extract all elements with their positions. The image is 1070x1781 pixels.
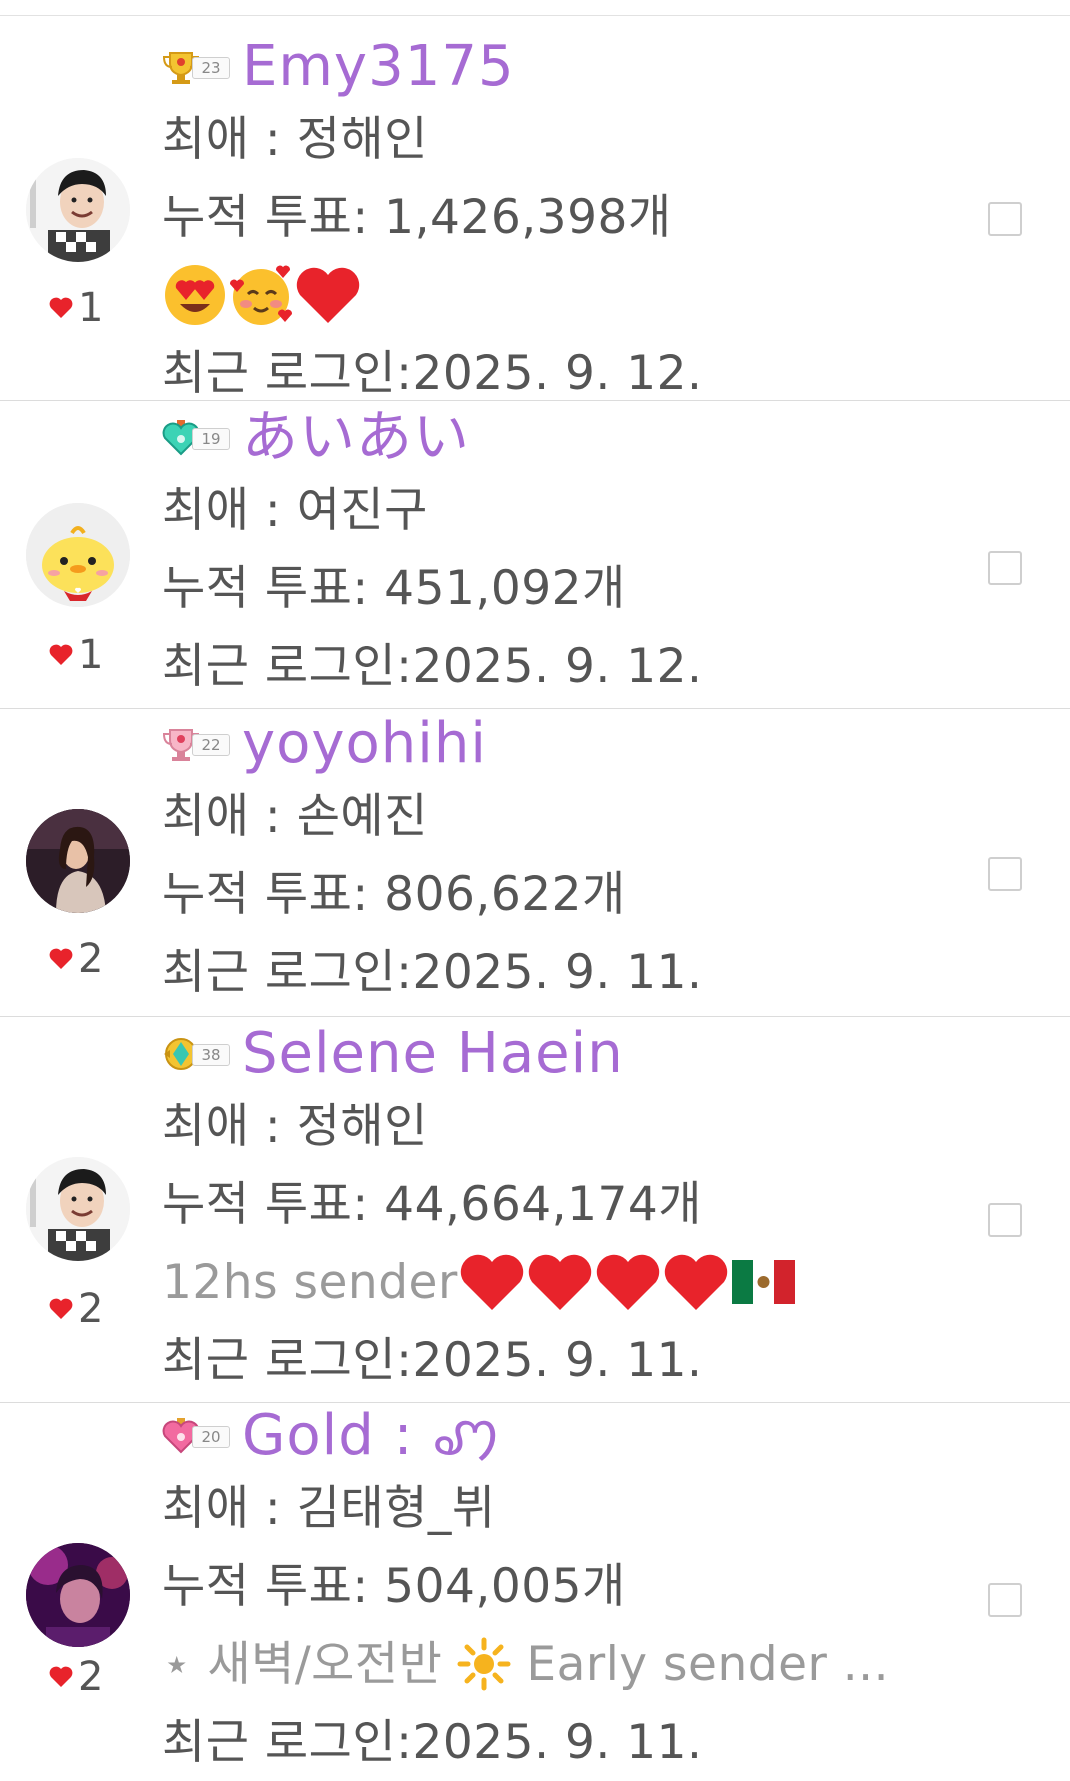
status-message: 12hs sender	[162, 1243, 960, 1321]
avatar-column: 2	[0, 1017, 160, 1403]
heart-icon	[49, 644, 73, 665]
red-heart-emoji-icon	[460, 1254, 523, 1310]
member-info: 20 Gold : ꩇ 최애 : 김태형_뷔 누적 투표: 504,005개 ⋆…	[162, 1403, 960, 1781]
last-login: 최근 로그인:2025. 9. 11.	[162, 1714, 703, 1770]
name-line: 20 Gold : ꩇ	[162, 1403, 960, 1469]
select-checkbox[interactable]	[988, 1583, 1022, 1617]
like-count[interactable]: 2	[48, 1289, 103, 1329]
last-login: 최근 로그인:2025. 9. 12.	[162, 638, 703, 694]
member-row[interactable]: 2 38 Selene Haein 최애 : 정해인 누적 투표: 44,664…	[0, 1017, 1070, 1403]
red-heart-emoji-icon	[596, 1254, 659, 1310]
like-count-value: 2	[78, 936, 104, 982]
heart-eyes-emoji-icon	[165, 265, 225, 325]
select-checkbox[interactable]	[988, 202, 1022, 236]
nickname[interactable]: あいあい	[242, 410, 470, 466]
avatar-column: 2	[0, 1403, 160, 1733]
last-login: 최근 로그인:2025. 9. 11.	[162, 944, 703, 1000]
like-count[interactable]: 2	[48, 939, 103, 979]
total-votes: 누적 투표: 806,622개	[162, 866, 626, 922]
heart-icon	[49, 297, 73, 318]
name-line: 19 あいあい	[162, 405, 960, 471]
total-votes: 누적 투표: 504,005개	[162, 1558, 626, 1614]
level-number: 19	[192, 428, 230, 450]
red-heart-emoji-icon	[664, 1254, 727, 1310]
avatar[interactable]	[26, 809, 130, 913]
level-number: 22	[192, 734, 230, 756]
total-votes: 누적 투표: 1,426,398개	[162, 189, 672, 245]
status-message-text: Early sender ...	[526, 1636, 890, 1692]
heart-icon	[49, 1666, 73, 1687]
nickname[interactable]: Emy3175	[242, 39, 515, 95]
member-row[interactable]: 2 20 Gold : ꩇ 최애 : 김태형_뷔 누적 투표: 504,005개…	[0, 1403, 1070, 1766]
like-count-value: 2	[78, 1654, 104, 1700]
avatar-column: 2	[0, 709, 160, 1017]
member-list: 1 23 Emy3175 최애 : 정해인 누적 투표: 1,426,398개 …	[0, 0, 1070, 1766]
nickname[interactable]: yoyohihi	[242, 716, 487, 772]
red-heart-emoji-icon	[296, 267, 360, 323]
like-count[interactable]: 2	[48, 1657, 103, 1697]
name-line: 22 yoyohihi	[162, 711, 960, 777]
last-login: 최근 로그인:2025. 9. 11.	[162, 1332, 703, 1388]
select-checkbox[interactable]	[988, 551, 1022, 585]
like-count-value: 1	[78, 632, 104, 678]
member-info: 23 Emy3175 최애 : 정해인 누적 투표: 1,426,398개 최근…	[162, 34, 960, 412]
avatar[interactable]	[26, 503, 130, 607]
level-badge: 22	[162, 722, 232, 766]
level-number: 20	[192, 1426, 230, 1448]
smiling-hearts-emoji-icon	[229, 265, 293, 325]
heart-icon	[49, 1298, 73, 1319]
like-count-value: 2	[78, 1286, 104, 1332]
member-row[interactable]: 2 22 yoyohihi 최애 : 손예진 누적 투표: 806,622개 최…	[0, 709, 1070, 1017]
like-count[interactable]: 1	[48, 635, 103, 675]
member-info: 38 Selene Haein 최애 : 정해인 누적 투표: 44,664,1…	[162, 1021, 960, 1399]
red-heart-emoji-icon	[528, 1254, 591, 1310]
sun-icon	[457, 1637, 511, 1691]
top-divider	[0, 0, 1070, 16]
name-line: 38 Selene Haein	[162, 1021, 960, 1087]
select-checkbox[interactable]	[988, 1203, 1022, 1237]
total-votes: 누적 투표: 44,664,174개	[162, 1176, 703, 1232]
favorite-idol: 최애 : 김태형_뷔	[162, 1480, 496, 1536]
select-checkbox[interactable]	[988, 857, 1022, 891]
status-message: ⋆ 새벽/오전반 Early sender ...	[162, 1625, 960, 1703]
avatar[interactable]	[26, 1157, 130, 1261]
favorite-idol: 최애 : 손예진	[162, 788, 428, 844]
heart-icon	[49, 948, 73, 969]
level-badge: 23	[162, 45, 232, 89]
avatar-column: 1	[0, 401, 160, 709]
nickname[interactable]: Selene Haein	[242, 1026, 624, 1082]
nickname[interactable]: Gold : ꩇ	[242, 1408, 501, 1464]
avatar[interactable]	[26, 158, 130, 262]
status-message-prefix: ⋆ 새벽/오전반	[162, 1636, 443, 1692]
favorite-idol: 최애 : 여진구	[162, 482, 428, 538]
like-count[interactable]: 1	[48, 288, 103, 328]
mexico-flag-icon	[731, 1260, 795, 1304]
like-count-value: 1	[78, 285, 104, 331]
level-badge: 19	[162, 416, 232, 460]
name-line: 23 Emy3175	[162, 34, 960, 100]
status-message	[162, 256, 960, 334]
level-number: 38	[192, 1044, 230, 1066]
level-number: 23	[192, 57, 230, 79]
member-info: 22 yoyohihi 최애 : 손예진 누적 투표: 806,622개 최근 …	[162, 711, 960, 1011]
status-message-text: 12hs sender	[162, 1254, 458, 1310]
total-votes: 누적 투표: 451,092개	[162, 560, 626, 616]
member-row[interactable]: 1 23 Emy3175 최애 : 정해인 누적 투표: 1,426,398개 …	[0, 16, 1070, 401]
member-info: 19 あいあい 최애 : 여진구 누적 투표: 451,092개 최근 로그인:…	[162, 405, 960, 705]
favorite-idol: 최애 : 정해인	[162, 111, 428, 167]
member-row[interactable]: 1 19 あいあい 최애 : 여진구 누적 투표: 451,092개 최근 로그…	[0, 401, 1070, 709]
avatar-column: 1	[0, 16, 160, 401]
level-badge: 20	[162, 1414, 232, 1458]
favorite-idol: 최애 : 정해인	[162, 1098, 428, 1154]
avatar[interactable]	[26, 1543, 130, 1647]
level-badge: 38	[162, 1032, 232, 1076]
